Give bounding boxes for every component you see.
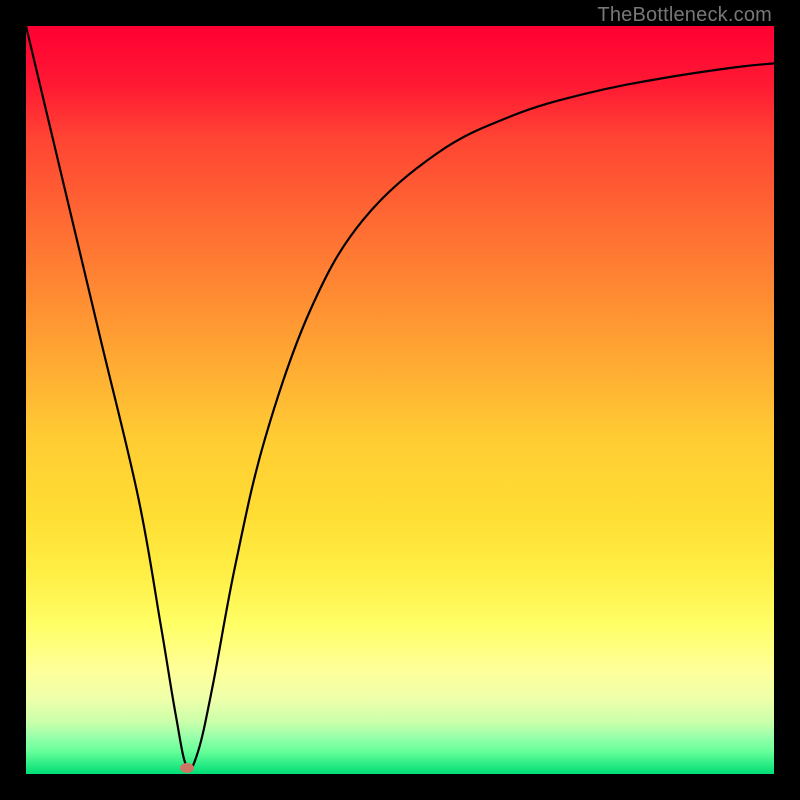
watermark-text: TheBottleneck.com xyxy=(597,4,772,27)
plot-gradient-area xyxy=(26,26,774,774)
chart-container: TheBottleneck.com xyxy=(0,0,800,800)
minimum-marker xyxy=(180,763,194,773)
